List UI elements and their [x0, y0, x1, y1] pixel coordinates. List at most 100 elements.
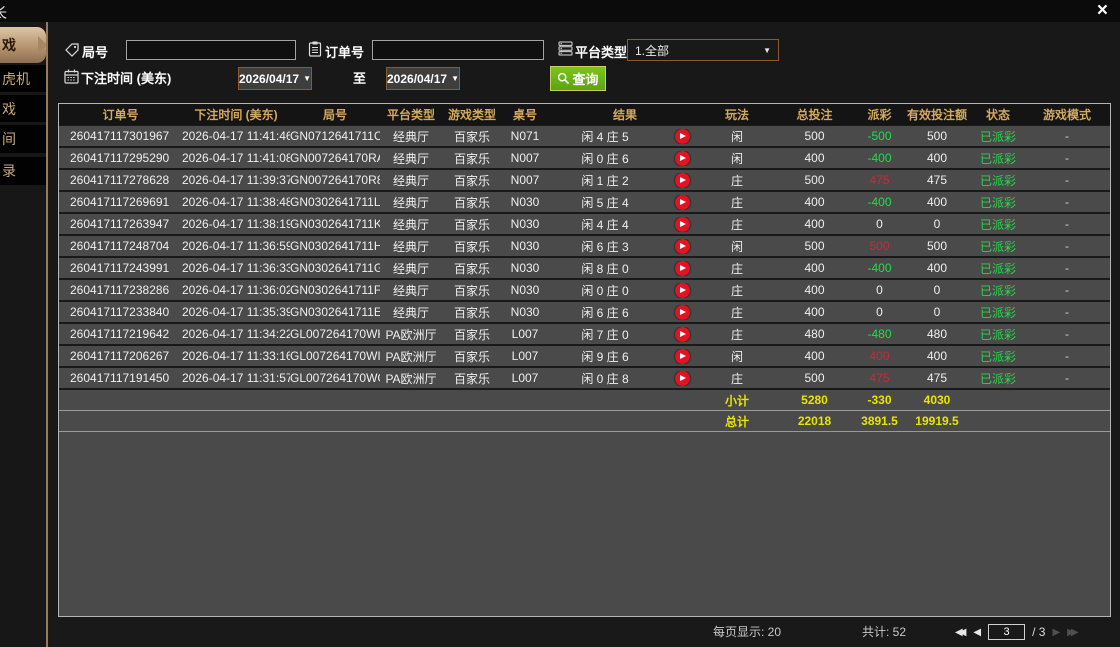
replay-button[interactable] — [662, 327, 702, 342]
cell-order-no: 260417117295290 — [59, 151, 182, 165]
cell-status: 已派彩 — [972, 282, 1024, 299]
table-empty-area — [59, 432, 1110, 616]
cell-play-type: 庄 — [702, 370, 772, 387]
col-payout: 派彩 — [857, 106, 902, 123]
first-page-icon[interactable]: ◀◀ — [955, 627, 966, 638]
cell-table-no: L007 — [502, 327, 548, 341]
cell-total-bet: 500 — [772, 371, 857, 385]
cell-payout: 500 — [857, 239, 902, 253]
cell-order-no: 260417117269691 — [59, 195, 182, 209]
cell-bet-time: 2026-04-17 11:36:33 — [182, 261, 290, 275]
chevron-down-icon: ▼ — [303, 74, 311, 83]
cell-total-bet: 400 — [772, 305, 857, 319]
play-icon — [675, 217, 690, 232]
sidebar-item-active[interactable]: 戏 — [0, 27, 46, 63]
replay-button[interactable] — [662, 283, 702, 298]
sidebar-item-3[interactable]: 戏 — [0, 95, 46, 122]
game-no-label: 局号 — [82, 42, 108, 61]
sidebar-item-4[interactable]: 间 — [0, 125, 46, 153]
cell-game-mode: - — [1024, 261, 1110, 275]
prev-page-icon[interactable]: ◀ — [973, 627, 981, 638]
cell-order-no: 260417117248704 — [59, 239, 182, 253]
play-icon — [675, 349, 690, 364]
cell-play-type: 庄 — [702, 260, 772, 277]
replay-button[interactable] — [662, 151, 702, 166]
replay-button[interactable] — [662, 195, 702, 210]
cell-play-type: 庄 — [702, 304, 772, 321]
cell-order-no: 260417117238286 — [59, 283, 182, 297]
cell-game-mode: - — [1024, 349, 1110, 363]
cell-game-no: GL007264170WI — [290, 349, 380, 363]
chevron-down-icon: ▼ — [451, 74, 459, 83]
cell-bet-time: 2026-04-17 11:36:59 — [182, 239, 290, 253]
cell-result: 闲 0 庄 6 — [548, 150, 662, 167]
cell-platform-type: PA欧洲厅 — [380, 348, 442, 365]
cell-game-no: GN007264170R8 — [290, 173, 380, 187]
page-input[interactable] — [988, 624, 1025, 640]
col-game-type: 游戏类型 — [442, 106, 502, 123]
pagination-bar: 每页显示: 20 共计: 52 ◀◀ ◀ / 3 ▶ ▶▶ — [50, 617, 1120, 647]
date-to-picker[interactable]: 2026/04/17 ▼ — [386, 67, 460, 90]
sidebar-item-2[interactable]: 虎机 — [0, 65, 46, 92]
query-button[interactable]: 查询 — [550, 66, 606, 91]
cell-status: 已派彩 — [972, 260, 1024, 277]
cell-platform-type: 经典厅 — [380, 150, 442, 167]
cell-game-type: 百家乐 — [442, 216, 502, 233]
cell-table-no: N030 — [502, 239, 548, 253]
subtotal-label: 小计 — [702, 392, 772, 409]
cell-game-mode: - — [1024, 151, 1110, 165]
cell-game-type: 百家乐 — [442, 348, 502, 365]
replay-button[interactable] — [662, 261, 702, 276]
cell-total-bet: 400 — [772, 349, 857, 363]
replay-button[interactable] — [662, 239, 702, 254]
cell-table-no: N030 — [502, 195, 548, 209]
cell-payout: 0 — [857, 283, 902, 297]
table-row: 260417117263947 2026-04-17 11:38:19 GN03… — [59, 214, 1110, 236]
titlebar: 长 × — [0, 0, 1120, 22]
cell-valid-bet: 400 — [902, 151, 972, 165]
cell-table-no: N030 — [502, 217, 548, 231]
cell-game-type: 百家乐 — [442, 370, 502, 387]
game-no-input[interactable] — [126, 40, 296, 60]
last-page-icon[interactable]: ▶▶ — [1067, 627, 1078, 638]
cell-total-bet: 400 — [772, 283, 857, 297]
cell-status: 已派彩 — [972, 194, 1024, 211]
replay-button[interactable] — [662, 349, 702, 364]
cell-payout: 0 — [857, 217, 902, 231]
next-page-icon[interactable]: ▶ — [1052, 627, 1060, 638]
play-icon — [675, 283, 690, 298]
cell-result: 闲 0 庄 0 — [548, 282, 662, 299]
cell-valid-bet: 400 — [902, 261, 972, 275]
date-from-picker[interactable]: 2026/04/17 ▼ — [238, 67, 312, 90]
cell-order-no: 260417117233840 — [59, 305, 182, 319]
col-bet-time: 下注时间 (美东) — [182, 106, 290, 123]
replay-button[interactable] — [662, 305, 702, 320]
cell-game-type: 百家乐 — [442, 194, 502, 211]
cell-bet-time: 2026-04-17 11:35:39 — [182, 305, 290, 319]
platform-select[interactable]: 1.全部 ▼ — [627, 39, 779, 61]
cell-valid-bet: 0 — [902, 283, 972, 297]
order-no-input[interactable] — [372, 40, 544, 60]
total-bet: 22018 — [772, 414, 857, 428]
cell-play-type: 庄 — [702, 326, 772, 343]
cell-result: 闲 4 庄 5 — [548, 128, 662, 145]
cell-game-no: GN0302641711E — [290, 305, 380, 319]
sidebar: 戏 虎机 戏 间 录 — [0, 22, 48, 647]
sidebar-item-5[interactable]: 录 — [0, 157, 46, 185]
total-count-label: 共计: 52 — [862, 617, 906, 647]
replay-button[interactable] — [662, 173, 702, 188]
replay-button[interactable] — [662, 217, 702, 232]
cell-result: 闲 7 庄 0 — [548, 326, 662, 343]
replay-button[interactable] — [662, 129, 702, 144]
cell-payout: 400 — [857, 349, 902, 363]
replay-button[interactable] — [662, 371, 702, 386]
cell-order-no: 260417117301967 — [59, 129, 182, 143]
cell-game-type: 百家乐 — [442, 304, 502, 321]
cell-game-mode: - — [1024, 129, 1110, 143]
table-row: 260417117278628 2026-04-17 11:39:37 GN00… — [59, 170, 1110, 192]
cell-play-type: 庄 — [702, 216, 772, 233]
cell-status: 已派彩 — [972, 326, 1024, 343]
close-icon[interactable]: × — [1097, 1, 1108, 21]
play-icon — [675, 239, 690, 254]
play-icon — [675, 327, 690, 342]
